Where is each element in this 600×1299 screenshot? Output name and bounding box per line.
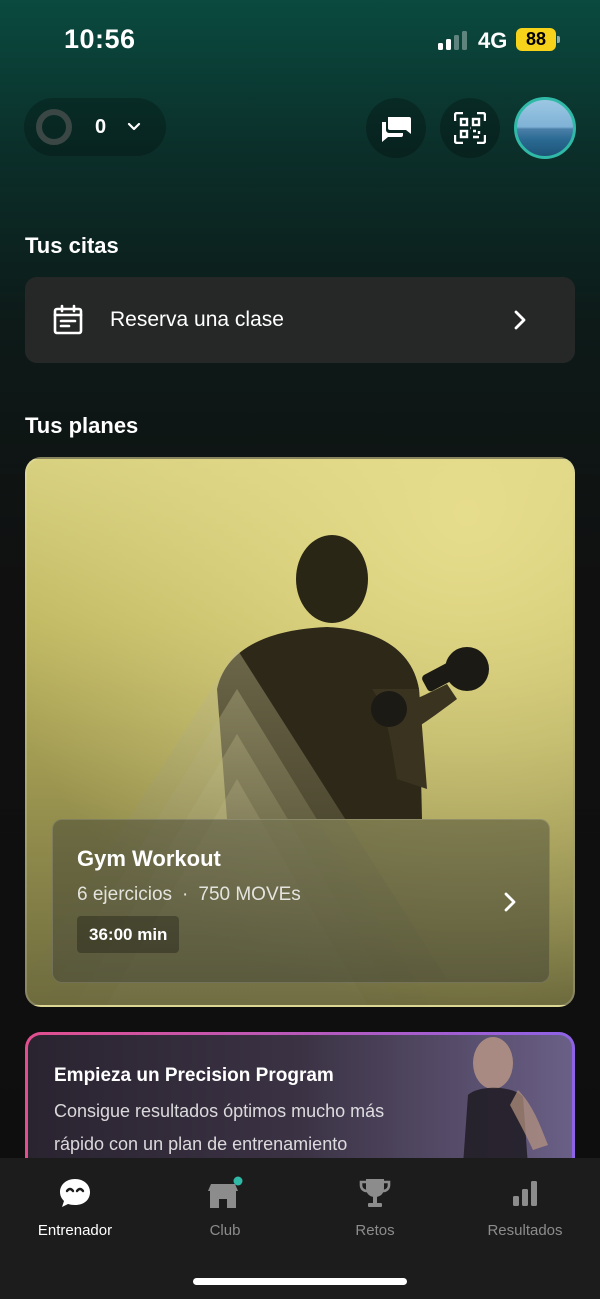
battery-level: 88 xyxy=(525,29,547,49)
chevron-right-icon xyxy=(504,892,516,912)
messages-button[interactable] xyxy=(366,98,426,158)
plans-title: Tus planes xyxy=(25,413,139,438)
moves-count: 0 xyxy=(95,115,107,138)
plan-info-panel: Gym Workout 6 ejercicios · 750 MOVEs 36:00… xyxy=(52,819,550,983)
tab-club[interactable]: Club xyxy=(150,1176,300,1246)
plan-moves: 750 MOVEs xyxy=(198,884,301,905)
chevron-right-icon xyxy=(514,310,526,330)
avatar[interactable] xyxy=(514,97,576,159)
status-time: 10:56 xyxy=(64,24,136,54)
moves-selector[interactable]: 0 xyxy=(24,98,166,156)
home-indicator[interactable] xyxy=(193,1278,407,1285)
book-class-label: Reserva una clase xyxy=(110,308,284,331)
coach-icon xyxy=(60,1179,90,1207)
chevron-down-icon xyxy=(128,122,141,131)
battery-icon: 88 xyxy=(516,28,560,51)
separator-dot: · xyxy=(182,884,189,905)
appointments-title: Tus citas xyxy=(25,233,119,258)
nav-label: Club xyxy=(209,1222,241,1239)
book-class-button[interactable]: Reserva una clase xyxy=(25,277,575,363)
club-icon xyxy=(208,1176,243,1208)
status-bar: 10:56 4G 88 xyxy=(0,0,600,80)
tab-retos[interactable]: Retos xyxy=(300,1176,450,1246)
nav-label: Resultados xyxy=(487,1222,563,1239)
precision-title: Empieza un Precision Program xyxy=(54,1065,334,1086)
plan-exercises: 6 ejercicios xyxy=(77,884,173,905)
nav-label: Entrenador xyxy=(37,1222,113,1239)
precision-description: Consigue resultados óptimos mucho más rá… xyxy=(54,1101,385,1154)
network-type: 4G xyxy=(478,28,508,53)
chat-icon xyxy=(382,117,411,142)
trophy-icon xyxy=(359,1179,391,1207)
plan-duration-badge: 36:00 min xyxy=(77,916,180,953)
tab-entrenador[interactable]: Entrenador xyxy=(0,1176,150,1246)
qr-code-button[interactable] xyxy=(440,98,500,158)
bar-chart-icon xyxy=(513,1181,537,1206)
nav-label: Retos xyxy=(355,1222,395,1239)
signal-icon xyxy=(438,31,470,50)
qr-code-icon xyxy=(454,112,486,144)
calendar-icon xyxy=(53,304,83,335)
progress-ring-icon xyxy=(36,109,72,145)
plan-title: Gym Workout xyxy=(77,846,221,871)
notification-dot xyxy=(233,1176,243,1186)
gym-workout-card[interactable]: Gym Workout 6 ejercicios · 750 MOVEs 36:00… xyxy=(25,457,575,1007)
tab-resultados[interactable]: Resultados xyxy=(450,1176,600,1246)
plan-meta: 6 ejercicios · 750 MOVEs xyxy=(77,884,301,906)
